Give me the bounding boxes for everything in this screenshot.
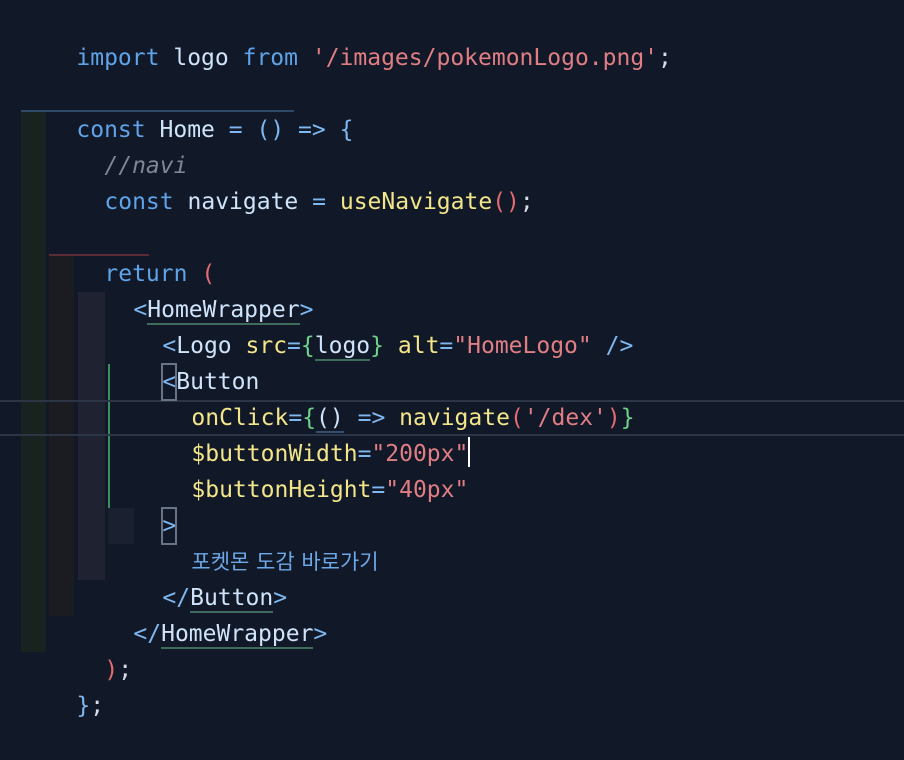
token: logo: [173, 45, 229, 71]
code-line-19[interactable]: };: [21, 652, 104, 719]
token: const: [104, 189, 174, 215]
token: logo: [314, 333, 371, 361]
indent-guide-level-1: [21, 112, 46, 652]
token: =: [439, 333, 454, 359]
token: >: [313, 621, 328, 647]
token: {: [300, 333, 315, 359]
token: '/images/pokemonLogo.png': [311, 45, 659, 71]
code-line-14[interactable]: >: [107, 472, 178, 545]
token: (): [256, 117, 285, 143]
token: </: [133, 621, 162, 647]
token: alt: [397, 333, 440, 359]
code-line-17[interactable]: </HomeWrapper>: [78, 580, 327, 649]
token: =>: [298, 117, 326, 143]
token: }: [620, 405, 635, 431]
code-line-5[interactable]: const navigate = useNavigate();: [49, 148, 533, 215]
token: ): [606, 405, 621, 431]
token: =: [228, 117, 243, 143]
token: (): [492, 189, 520, 215]
code-line-16[interactable]: </Button>: [107, 544, 287, 613]
code-line-10[interactable]: <Button: [107, 328, 259, 401]
token: }: [76, 693, 91, 719]
token: }: [370, 333, 385, 359]
token: from: [242, 45, 298, 71]
token: ;: [90, 693, 105, 719]
token: =: [312, 189, 326, 215]
token: $buttonHeight: [191, 477, 372, 503]
token: import: [76, 45, 160, 71]
code-line-9[interactable]: <Logo src={logo} alt="HomeLogo" />: [107, 292, 633, 361]
token: "40px": [385, 477, 469, 503]
code-line-15[interactable]: 포켓몬 도감 바로가기: [136, 508, 378, 574]
code-line-13[interactable]: $buttonHeight="40px": [136, 436, 468, 503]
token: ;: [658, 45, 672, 71]
token: useNavigate: [339, 189, 493, 215]
token: navigate: [187, 189, 299, 215]
code-line-11[interactable]: onClick={() => navigate('/dex')}: [136, 364, 635, 433]
token: ): [104, 657, 119, 683]
token: HomeWrapper: [161, 621, 314, 649]
token: =: [287, 333, 301, 359]
code-line-4[interactable]: //navi: [49, 112, 187, 179]
code-line-3[interactable]: const Home = () => {: [21, 76, 353, 143]
token: ;: [118, 657, 133, 683]
code-line-12[interactable]: $buttonWidth="200px": [136, 400, 471, 467]
token: />: [605, 333, 634, 359]
text-cursor: [468, 437, 471, 467]
code-line-7[interactable]: return (: [49, 220, 215, 287]
code-line-1[interactable]: import logo from '/images/pokemonLogo.pn…: [21, 4, 672, 71]
code-editor[interactable]: import logo from '/images/pokemonLogo.pn…: [0, 0, 904, 719]
token: '/dex': [523, 405, 607, 431]
token: =: [371, 477, 386, 503]
token: (: [509, 405, 524, 431]
code-line-18[interactable]: );: [49, 616, 132, 683]
code-line-8[interactable]: <HomeWrapper>: [78, 256, 313, 325]
token: {: [339, 117, 354, 143]
token: "HomeLogo": [453, 333, 592, 359]
token: ;: [519, 189, 534, 215]
